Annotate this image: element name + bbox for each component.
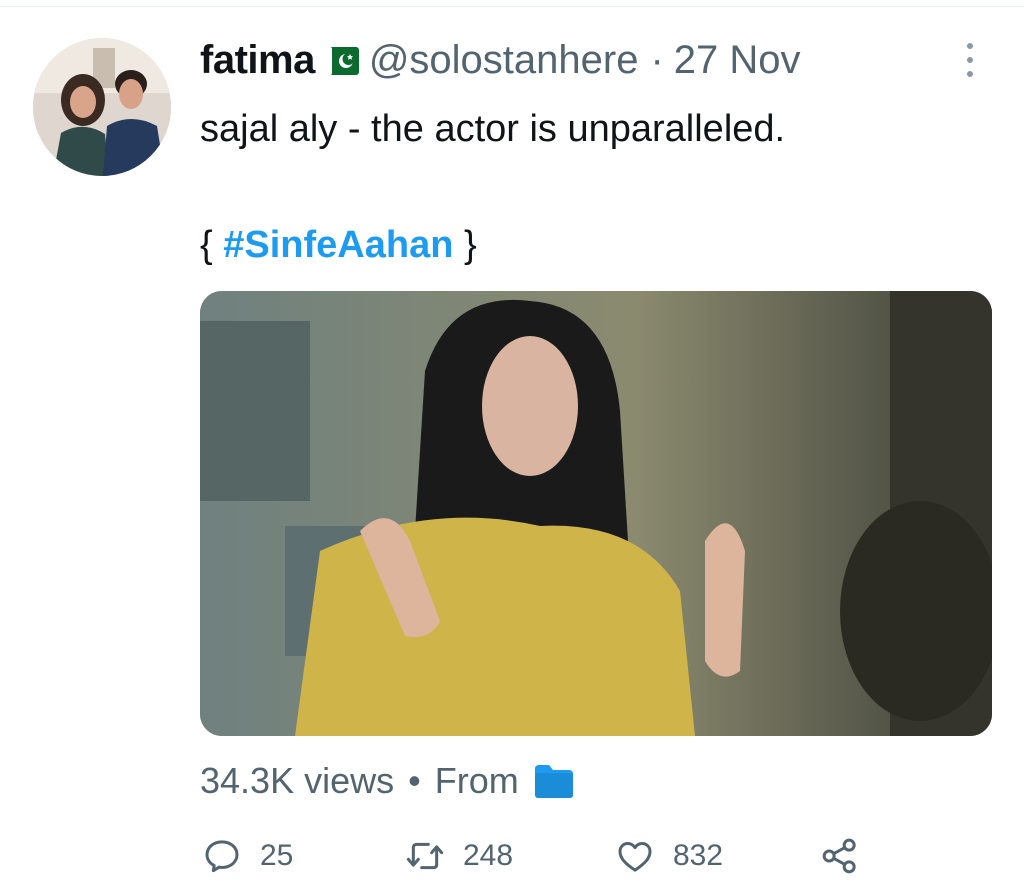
- pakistan-flag-icon: [322, 46, 359, 75]
- author-handle[interactable]: @solostanhere: [369, 38, 639, 83]
- tweet-date[interactable]: 27 Nov: [674, 38, 801, 83]
- action-bar: 25 248 832: [200, 836, 900, 882]
- brace-close: }: [464, 224, 477, 266]
- header-separator: ·: [650, 38, 664, 82]
- reply-icon: [205, 840, 239, 873]
- more-icon[interactable]: [960, 40, 980, 80]
- views-row: 34.3K views • From: [200, 760, 575, 802]
- like-button[interactable]: 832: [615, 836, 723, 876]
- share-button[interactable]: [820, 836, 860, 876]
- from-label: From: [434, 760, 519, 801]
- avatar-image: [33, 38, 171, 176]
- views-count: 34.3K views: [200, 760, 395, 801]
- author-name[interactable]: fatima: [200, 38, 315, 83]
- retweet-count: 248: [463, 839, 514, 872]
- hashtag-line: { #SinfeAahan }: [200, 222, 477, 268]
- like-icon: [618, 842, 652, 872]
- tweet-header: fatima @solostanhere · 27 Nov: [200, 38, 801, 83]
- reply-count: 25: [260, 839, 294, 872]
- tweet-video[interactable]: [200, 291, 992, 736]
- tweet-text: sajal aly - the actor is unparalleled.: [200, 108, 786, 150]
- brace-open: {: [200, 224, 213, 266]
- views-bullet: •: [408, 760, 421, 801]
- reply-button[interactable]: 25: [202, 836, 293, 876]
- folder-icon[interactable]: [533, 763, 575, 799]
- hashtag-link[interactable]: #SinfeAahan: [223, 224, 453, 266]
- retweet-icon: [406, 842, 444, 870]
- top-divider: [0, 6, 1024, 7]
- retweet-button[interactable]: 248: [405, 836, 513, 876]
- like-count: 832: [673, 839, 724, 872]
- avatar[interactable]: [33, 38, 171, 176]
- share-icon: [822, 838, 856, 874]
- video-frame: [200, 291, 992, 736]
